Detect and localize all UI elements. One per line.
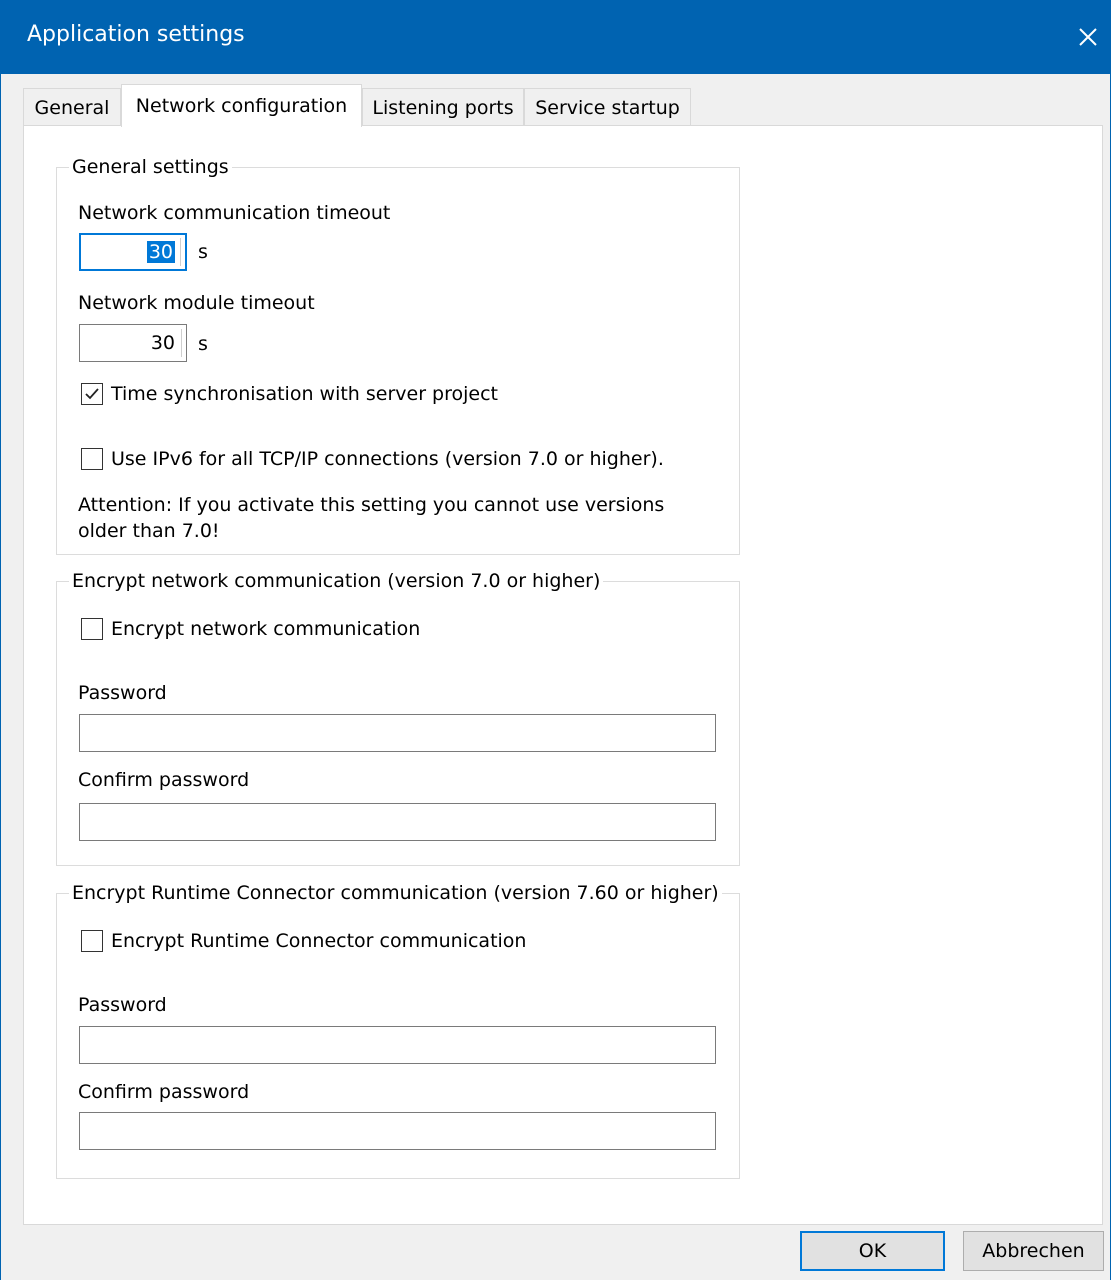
tab-strip: General Network configuration Listening … [23, 84, 1103, 127]
time-sync-checkbox[interactable]: Time synchronisation with server project [81, 383, 498, 405]
group-title: Encrypt Runtime Connector communication … [72, 882, 719, 904]
runtime-confirm-password-input[interactable] [79, 1112, 716, 1150]
title-bar: Application settings [1, 0, 1111, 74]
checkbox-box[interactable] [81, 930, 103, 952]
tab-listening-ports[interactable]: Listening ports [362, 88, 524, 126]
module-timeout-input[interactable]: 30 [79, 324, 187, 362]
network-confirm-password-input[interactable] [79, 803, 716, 841]
comm-timeout-unit: s [198, 241, 208, 263]
network-confirm-password-label: Confirm password [78, 769, 250, 791]
checkbox-box[interactable] [81, 383, 103, 405]
tab-panel-network-configuration: General settings Network communication t… [23, 125, 1103, 1225]
close-icon [1079, 28, 1097, 46]
encrypt-runtime-label: Encrypt Runtime Connector communication [111, 930, 527, 952]
ipv6-attention-line-2: older than 7.0! [78, 520, 220, 542]
group-title: Encrypt network communication (version 7… [72, 570, 601, 592]
tab-service-startup[interactable]: Service startup [524, 88, 691, 126]
runtime-password-label: Password [78, 994, 167, 1016]
time-sync-label: Time synchronisation with server project [111, 383, 499, 405]
checkbox-box[interactable] [81, 618, 103, 640]
module-timeout-unit: s [198, 333, 208, 355]
window-title: Application settings [27, 22, 245, 47]
tab-general[interactable]: General [23, 88, 121, 126]
encrypt-network-checkbox[interactable]: Encrypt network communication [81, 618, 420, 640]
input-divider [181, 329, 182, 357]
encrypt-network-label: Encrypt network communication [111, 618, 421, 640]
ipv6-checkbox[interactable]: Use IPv6 for all TCP/IP connections (ver… [81, 448, 664, 470]
cancel-button[interactable]: Abbrechen [963, 1231, 1104, 1271]
ok-button[interactable]: OK [800, 1231, 945, 1271]
close-button[interactable] [1064, 0, 1111, 74]
checkbox-box[interactable] [81, 448, 103, 470]
network-password-input[interactable] [79, 714, 716, 752]
runtime-password-input[interactable] [79, 1026, 716, 1064]
comm-timeout-value: 30 [146, 241, 175, 263]
input-divider [180, 238, 181, 266]
ipv6-label: Use IPv6 for all TCP/IP connections (ver… [111, 448, 664, 470]
encrypt-runtime-checkbox[interactable]: Encrypt Runtime Connector communication [81, 930, 526, 952]
ipv6-attention-line-1: Attention: If you activate this setting … [78, 494, 665, 516]
checkmark-icon [85, 388, 99, 400]
tab-network-configuration[interactable]: Network configuration [121, 84, 362, 127]
group-title: General settings [72, 156, 229, 178]
comm-timeout-label: Network communication timeout [78, 202, 391, 224]
module-timeout-value: 30 [150, 332, 175, 354]
module-timeout-label: Network module timeout [78, 292, 315, 314]
comm-timeout-input[interactable]: 30 [79, 233, 187, 271]
runtime-confirm-password-label: Confirm password [78, 1081, 250, 1103]
application-settings-dialog: Application settings General Network con… [0, 0, 1111, 1280]
network-password-label: Password [78, 682, 167, 704]
